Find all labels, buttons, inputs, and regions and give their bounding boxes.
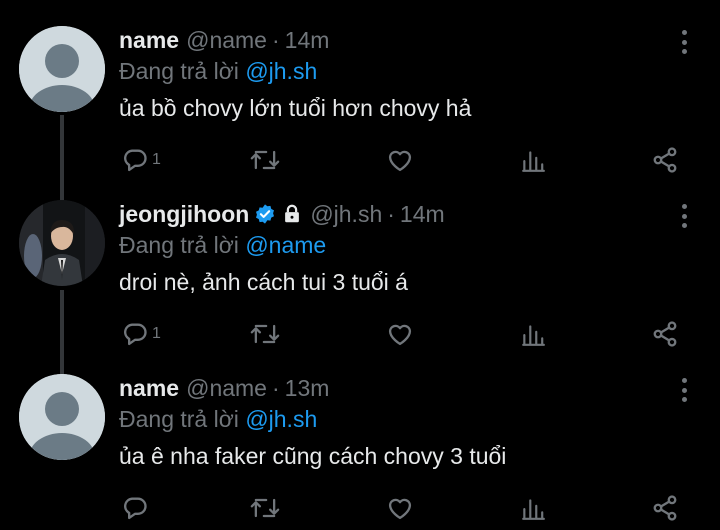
default-avatar-icon [19, 26, 105, 112]
user-handle[interactable]: @jh.sh [310, 201, 382, 228]
retweet-icon [250, 324, 280, 344]
views-chart-icon [522, 151, 545, 172]
reply-mention-link[interactable]: @name [245, 232, 326, 258]
tweet-content: jeongjihoon @jh.sh · 14m Đang trả lời @n… [119, 199, 680, 298]
heart-icon [388, 498, 412, 520]
reply-icon [124, 323, 147, 346]
retweet-button[interactable] [249, 144, 284, 176]
avatar[interactable] [19, 200, 105, 286]
reply-button[interactable]: 1 [121, 144, 161, 176]
heart-icon [388, 324, 412, 346]
reply-icon [124, 149, 147, 172]
display-name[interactable]: jeongjihoon [119, 201, 249, 228]
replying-to-label: Đang trả lời [119, 58, 239, 84]
default-avatar-icon [19, 374, 105, 460]
views-button[interactable] [520, 318, 549, 350]
tweet-content: name @name · 14m Đang trả lời @jh.sh ủa … [119, 25, 680, 124]
user-handle[interactable]: @name [186, 375, 267, 402]
timestamp[interactable]: 14m [400, 201, 445, 228]
share-button[interactable] [651, 144, 679, 176]
more-options-icon[interactable] [674, 30, 694, 54]
timestamp[interactable]: 14m [285, 27, 330, 54]
avatar[interactable] [19, 374, 105, 460]
like-button[interactable] [386, 144, 417, 176]
share-icon [653, 495, 677, 521]
reply-mention-link[interactable]: @jh.sh [245, 58, 317, 84]
reply-button[interactable]: 1 [121, 318, 161, 350]
tweet-text: ủa bồ chovy lớn tuổi hơn chovy hả [119, 95, 472, 121]
share-button[interactable] [651, 492, 679, 524]
reply-count: 1 [152, 151, 161, 168]
retweet-button[interactable] [249, 318, 284, 350]
tweet-header: name @name · 13m [119, 373, 680, 403]
display-name[interactable]: name [119, 375, 179, 402]
reply-mention-link[interactable]: @jh.sh [245, 406, 317, 432]
views-button[interactable] [520, 144, 549, 176]
views-button[interactable] [520, 492, 549, 524]
tweet-actions: 1 [0, 318, 720, 350]
like-button[interactable] [386, 492, 417, 524]
replying-to: Đang trả lời @jh.sh [119, 404, 680, 435]
share-icon [653, 147, 677, 173]
reply-icon [124, 497, 147, 520]
verified-badge-icon [254, 203, 276, 225]
views-chart-icon [522, 325, 545, 346]
tweet-actions [0, 492, 720, 524]
tweet-header: name @name · 14m [119, 25, 680, 55]
lock-icon [281, 203, 303, 225]
like-button[interactable] [386, 318, 417, 350]
display-name[interactable]: name [119, 27, 179, 54]
profile-photo [19, 200, 105, 286]
tweet-content: name @name · 13m Đang trả lời @jh.sh ủa … [119, 373, 680, 472]
timestamp[interactable]: 13m [285, 375, 330, 402]
share-button[interactable] [651, 318, 679, 350]
separator-dot: · [387, 200, 395, 227]
more-options-icon[interactable] [674, 204, 694, 228]
avatar[interactable] [19, 26, 105, 112]
heart-icon [388, 150, 412, 172]
tweet-actions: 1 [0, 144, 720, 176]
reply-button[interactable] [121, 492, 152, 524]
separator-dot: · [271, 374, 280, 401]
more-options-icon[interactable] [674, 378, 694, 402]
user-handle[interactable]: @name [186, 27, 267, 54]
retweet-icon [250, 498, 280, 518]
views-chart-icon [522, 499, 545, 520]
replying-to: Đang trả lời @name [119, 230, 680, 261]
reply-thread: name @name · 14m Đang trả lời @jh.sh ủa … [0, 0, 720, 530]
tweet-text: droi nè, ảnh cách tui 3 tuổi á [119, 269, 408, 295]
share-icon [653, 321, 677, 347]
tweet-header: jeongjihoon @jh.sh · 14m [119, 199, 680, 229]
retweet-icon [250, 150, 280, 170]
replying-to: Đang trả lời @jh.sh [119, 56, 680, 87]
replying-to-label: Đang trả lời [119, 232, 239, 258]
retweet-button[interactable] [249, 492, 284, 524]
separator-dot: · [271, 26, 280, 53]
replying-to-label: Đang trả lời [119, 406, 239, 432]
reply-count: 1 [152, 325, 161, 342]
tweet-text: ủa ê nha faker cũng cách chovy 3 tuổi [119, 443, 507, 469]
